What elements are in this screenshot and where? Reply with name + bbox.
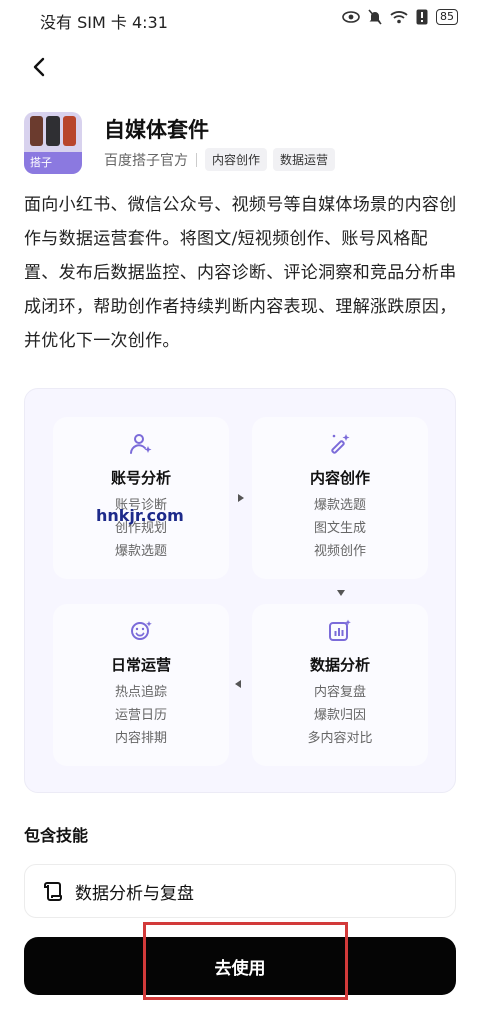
workflow-card-item: 爆款选题 [313, 498, 366, 513]
workflow-card-account-analysis: 账号分析 账号诊断 创作规划 爆款选题 [53, 417, 229, 579]
status-bar: 没有 SIM 卡 4:31 85 [0, 0, 480, 38]
use-button[interactable]: 去使用 [24, 937, 456, 995]
app-icon: 搭子 [24, 112, 82, 174]
workflow-card-item: 视频创作 [313, 544, 366, 559]
tag-chip: 数据运营 [273, 148, 336, 171]
smile-sparkle-icon [131, 621, 152, 640]
eye-icon [342, 11, 360, 23]
app-icon-thumbnails [30, 116, 76, 146]
workflow-diagram: 账号分析 账号诊断 创作规划 爆款选题 内容创作 爆款选题 图文生成 视频创作 … [24, 388, 456, 793]
workflow-card-daily-operations: 日常运营 热点追踪 运营日历 内容排期 [53, 604, 229, 766]
workflow-card-data-analysis: 数据分析 内容复盘 爆款归因 多内容对比 [252, 604, 428, 766]
workflow-card-item: 多内容对比 [307, 731, 373, 746]
workflow-card-title: 内容创作 [309, 469, 370, 487]
user-sparkle-icon [130, 434, 152, 454]
workflow-card-title: 数据分析 [309, 656, 370, 674]
status-icons: 85 [342, 9, 458, 25]
skill-item[interactable]: 数据分析与复盘 [24, 864, 456, 918]
watermark-text: hnkjr.com [96, 506, 184, 525]
flow-arrow-left [235, 680, 241, 688]
workflow-card-item: 内容复盘 [313, 685, 366, 700]
workflow-card-item: 热点追踪 [114, 685, 167, 700]
battery-indicator: 85 [436, 9, 458, 25]
chevron-left-icon [33, 57, 45, 77]
workflow-card-item: 爆款归因 [313, 708, 366, 723]
status-carrier-time: 没有 SIM 卡 4:31 [40, 13, 168, 32]
alert-icon [416, 9, 428, 25]
workflow-card-item: 爆款选题 [114, 544, 167, 559]
workflow-card-title: 账号分析 [110, 469, 171, 487]
skills-section-title: 包含技能 [24, 826, 89, 845]
workflow-card-content-creation: 内容创作 爆款选题 图文生成 视频创作 [252, 417, 428, 579]
back-button[interactable] [28, 55, 52, 79]
app-description: 面向小红书、微信公众号、视频号等自媒体场景的内容创作与数据运营套件。将图文/短视… [24, 195, 457, 351]
workflow-card-item: 内容排期 [114, 731, 167, 746]
scroll-icon [44, 882, 62, 901]
mute-icon [368, 9, 382, 25]
meta-divider [196, 152, 197, 167]
flow-arrow-right [238, 494, 244, 502]
app-title: 自媒体套件 [104, 118, 209, 142]
publisher-label: 百度搭子官方 [104, 152, 188, 169]
wifi-icon [390, 11, 408, 24]
magic-wand-icon [331, 434, 350, 454]
app-icon-tag: 搭子 [24, 152, 82, 174]
skill-item-label: 数据分析与复盘 [75, 883, 194, 904]
workflow-card-item: 运营日历 [114, 708, 167, 723]
flow-arrow-down [337, 590, 345, 596]
workflow-card-item: 图文生成 [313, 521, 366, 536]
app-meta: 百度搭子官方 内容创作 数据运营 [104, 148, 336, 171]
chart-icon [329, 619, 351, 641]
workflow-card-title: 日常运营 [110, 656, 171, 674]
app-header: 搭子 自媒体套件 百度搭子官方 内容创作 数据运营 [24, 112, 464, 174]
tag-chip: 内容创作 [205, 148, 268, 171]
